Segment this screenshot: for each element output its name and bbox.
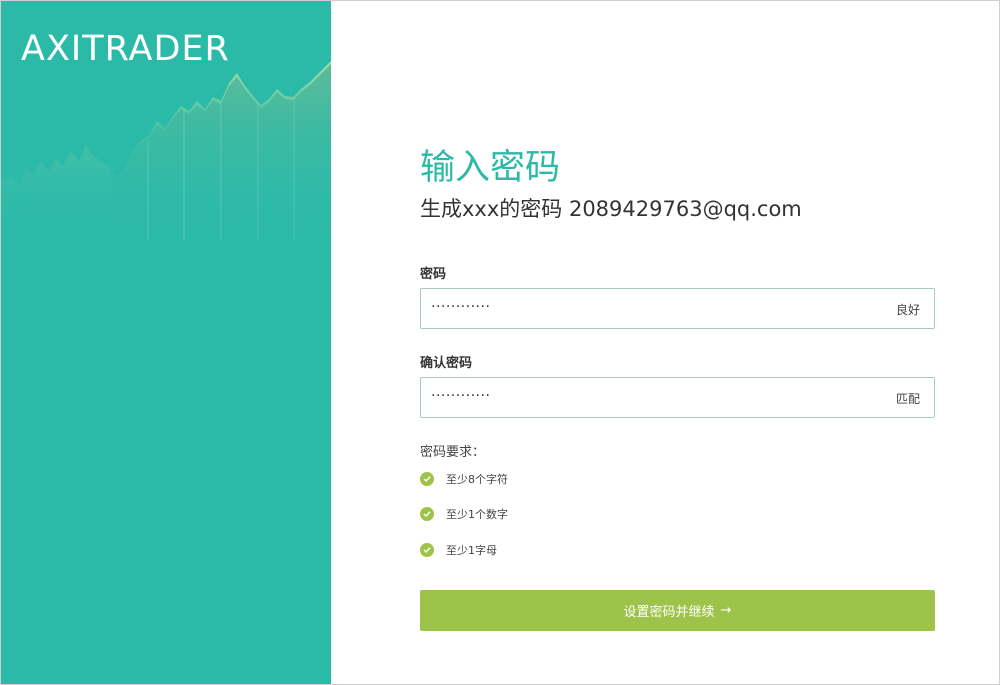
- check-circle-icon: [420, 543, 434, 557]
- requirement-text: 至少8个字符: [446, 473, 508, 486]
- set-password-continue-button[interactable]: 设置密码并继续 →: [420, 590, 935, 631]
- password-input[interactable]: ············ 良好: [420, 288, 935, 329]
- requirement-item: 至少8个字符: [420, 471, 508, 487]
- password-value: ············: [431, 299, 491, 315]
- password-label: 密码: [420, 267, 447, 282]
- brand-panel: AXITRADER: [1, 1, 331, 684]
- confirm-password-label: 确认密码: [420, 356, 473, 371]
- password-strength-status: 良好: [895, 303, 920, 317]
- page-subtitle: 生成xxx的密码 2089429763@qq.com: [420, 197, 802, 221]
- page-title: 输入密码: [420, 148, 561, 188]
- submit-label: 设置密码并继续: [623, 605, 715, 620]
- confirm-match-status: 匹配: [895, 392, 920, 406]
- requirements-title: 密码要求：: [420, 445, 486, 460]
- requirement-item: 至少1字母: [420, 542, 497, 558]
- axitrader-logo: AXITRADER: [21, 29, 230, 69]
- arrow-right-icon: →: [720, 603, 732, 618]
- confirm-password-input[interactable]: ············ 匹配: [420, 377, 935, 418]
- confirm-password-value: ············: [431, 388, 491, 404]
- check-circle-icon: [420, 472, 434, 486]
- requirement-text: 至少1个数字: [446, 508, 508, 521]
- requirement-item: 至少1个数字: [420, 506, 508, 522]
- form-panel: 输入密码 生成xxx的密码 2089429763@qq.com 密码 ·····…: [331, 1, 999, 684]
- requirement-text: 至少1字母: [446, 544, 497, 557]
- check-circle-icon: [420, 507, 434, 521]
